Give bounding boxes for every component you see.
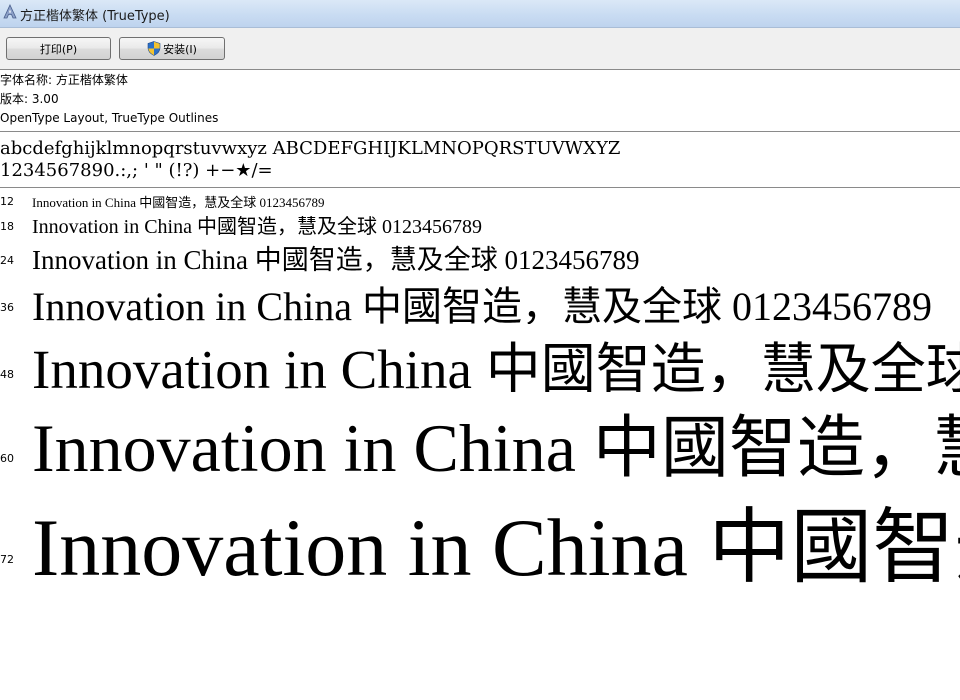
window-title: 方正楷体繁体 (TrueType): [20, 9, 170, 24]
sample-text: Innovation in China 中國智造，慧及全球 0123456789: [32, 339, 960, 392]
sample-text: Innovation in China 中國智造，慧及全球 0123456789: [32, 245, 640, 274]
install-button[interactable]: 安装(I): [119, 37, 225, 60]
sample-text: Innovation in China 中國智造，慧及全球 0123456789: [32, 502, 960, 590]
charset-letters: abcdefghijklmnopqrstuvwxyz ABCDEFGHIJKLM…: [0, 138, 621, 159]
sample-size-label: 18: [0, 220, 14, 233]
sample-row-12: 12 Innovation in China 中國智造，慧及全球 0123456…: [0, 192, 960, 211]
print-button-label: 打印(P): [39, 42, 78, 56]
sample-text: Innovation in China 中國智造，慧及全球 0123456789: [32, 195, 325, 210]
divider: [0, 131, 960, 132]
font-viewer-icon: [3, 4, 17, 19]
character-set-preview: abcdefghijklmnopqrstuvwxyz ABCDEFGHIJKLM…: [0, 138, 960, 182]
font-name-line: 字体名称: 方正楷体繁体: [0, 73, 128, 87]
sample-row-48: 48 Innovation in China 中國智造，慧及全球 0123456…: [0, 324, 960, 392]
sample-size-label: 24: [0, 254, 14, 267]
divider: [0, 187, 960, 188]
sample-row-24: 24 Innovation in China 中國智造，慧及全球 0123456…: [0, 238, 960, 274]
font-info: 字体名称: 方正楷体繁体 版本: 3.00 OpenType Layout, T…: [0, 71, 960, 131]
sample-row-18: 18 Innovation in China 中國智造，慧及全球 0123456…: [0, 210, 960, 238]
sample-size-label: 72: [0, 553, 14, 566]
print-button[interactable]: 打印(P): [6, 37, 111, 60]
sample-size-label: 36: [0, 301, 14, 314]
sample-row-72: 72 Innovation in China 中國智造，慧及全球 0123456…: [0, 480, 960, 590]
sample-text: Innovation in China 中國智造，慧及全球 0123456789: [32, 216, 482, 238]
toolbar: 打印(P) 安装(I): [0, 28, 960, 70]
sample-size-label: 60: [0, 452, 14, 465]
font-version-line: 版本: 3.00: [0, 92, 59, 106]
sample-text: Innovation in China 中國智造，慧及全球 0123456789: [32, 284, 932, 324]
font-format-line: OpenType Layout, TrueType Outlines: [0, 111, 219, 125]
sample-text: Innovation in China 中國智造，慧及全球 0123456789: [32, 410, 960, 480]
install-button-label: 安装(I): [163, 42, 197, 56]
title-bar: 方正楷体繁体 (TrueType): [0, 0, 960, 28]
sample-size-label: 12: [0, 195, 14, 208]
sample-size-label: 48: [0, 368, 14, 381]
charset-digits-symbols: 1234567890.:,; ' " (!?) +−★/=: [0, 160, 273, 181]
sample-row-60: 60 Innovation in China 中國智造，慧及全球 0123456…: [0, 392, 960, 480]
uac-shield-icon: [147, 41, 161, 56]
sample-row-36: 36 Innovation in China 中國智造，慧及全球 0123456…: [0, 274, 960, 324]
